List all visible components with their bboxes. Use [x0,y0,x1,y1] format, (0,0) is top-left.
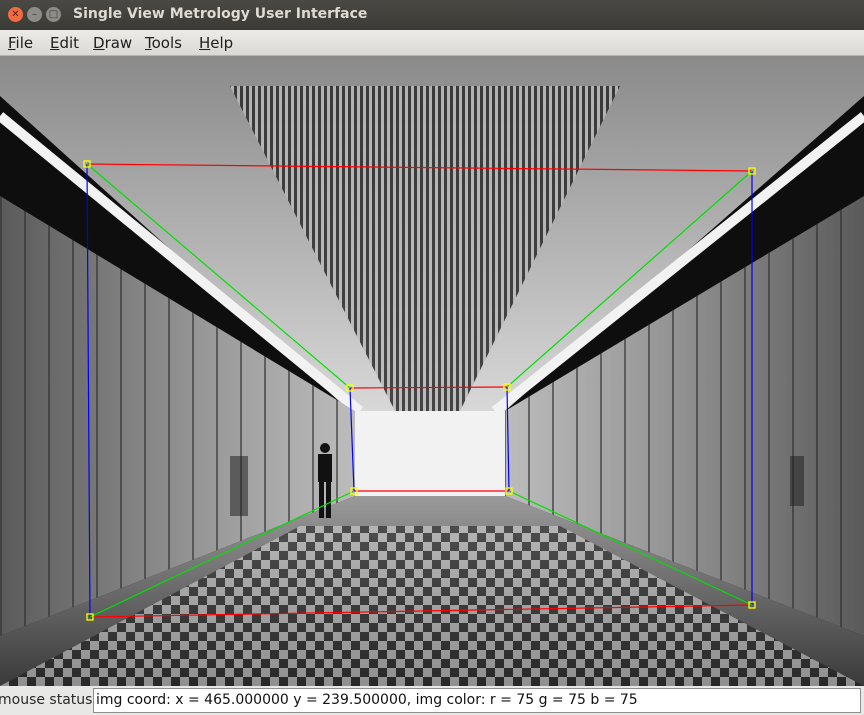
menu-help[interactable]: Help [199,34,233,52]
menu-file[interactable]: File [8,34,33,52]
mouse-status-field: img coord: x = 465.000000 y = 239.500000… [93,688,861,713]
menu-edit[interactable]: Edit [50,34,79,52]
window-title: Single View Metrology User Interface [73,6,368,22]
title-bar: ✕ – □ Single View Metrology User Interfa… [0,0,864,30]
maximize-window-button[interactable]: □ [46,7,61,22]
mouse-status-label: mouse status: [0,692,98,708]
corridor-image[interactable] [0,56,864,686]
menu-bar: File Edit Draw Tools Help [0,30,864,56]
corridor-exit [355,411,505,496]
close-window-button[interactable]: ✕ [8,7,23,22]
status-bar: mouse status: img coord: x = 465.000000 … [0,686,864,715]
menu-draw[interactable]: Draw [93,34,132,52]
menu-tools[interactable]: Tools [145,34,182,52]
minimize-window-button[interactable]: – [27,7,42,22]
image-canvas[interactable] [0,56,864,686]
